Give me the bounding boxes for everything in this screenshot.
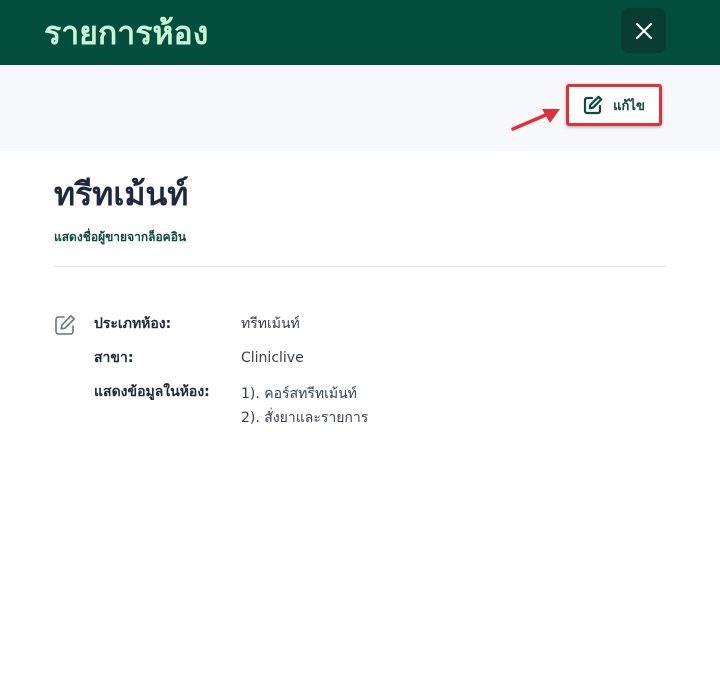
branch-label: สาขา: bbox=[94, 350, 134, 366]
display-values: 1). คอร์สทรีทเม้นท์ 2). สั่งยาและรายการ bbox=[241, 382, 368, 430]
room-type-label: ประเภทห้อง: bbox=[94, 316, 172, 332]
detail-row-branch: สาขา: Cliniclive bbox=[94, 348, 654, 368]
branch-value: Cliniclive bbox=[241, 350, 304, 366]
modal-title: รายการห้อง bbox=[44, 14, 209, 52]
detail-row-room-type: ประเภทห้อง: ทรีทเม้นท์ bbox=[94, 314, 654, 334]
detail-row-display: แสดงข้อมูลในห้อง: 1). คอร์สทรีทเม้นท์ 2)… bbox=[94, 382, 654, 430]
close-button[interactable] bbox=[621, 8, 666, 53]
edit-button[interactable]: แก้ไข bbox=[566, 84, 662, 126]
edit-button-label: แก้ไข bbox=[613, 98, 645, 114]
display-label: แสดงข้อมูลในห้อง: bbox=[94, 384, 210, 400]
room-type-value: ทรีทเม้นท์ bbox=[241, 316, 300, 332]
seller-subtitle: แสดงชื่อผู้ขายจากล็อคอิน bbox=[54, 230, 187, 244]
room-name: ทรีทเม้นท์ bbox=[54, 175, 189, 213]
annotation-arrow-icon bbox=[511, 109, 560, 131]
modal-header: รายการห้อง bbox=[0, 0, 720, 65]
pencil-square-icon bbox=[55, 315, 75, 335]
room-details: ประเภทห้อง: ทรีทเม้นท์ สาขา: Cliniclive … bbox=[94, 314, 654, 444]
pencil-square-icon bbox=[584, 95, 603, 115]
close-icon bbox=[635, 22, 652, 39]
display-value-item: 1). คอร์สทรีทเม้นท์ bbox=[241, 386, 357, 402]
divider bbox=[54, 266, 666, 267]
action-toolbar: แก้ไข bbox=[0, 65, 720, 151]
display-value-item: 2). สั่งยาและรายการ bbox=[241, 410, 369, 426]
